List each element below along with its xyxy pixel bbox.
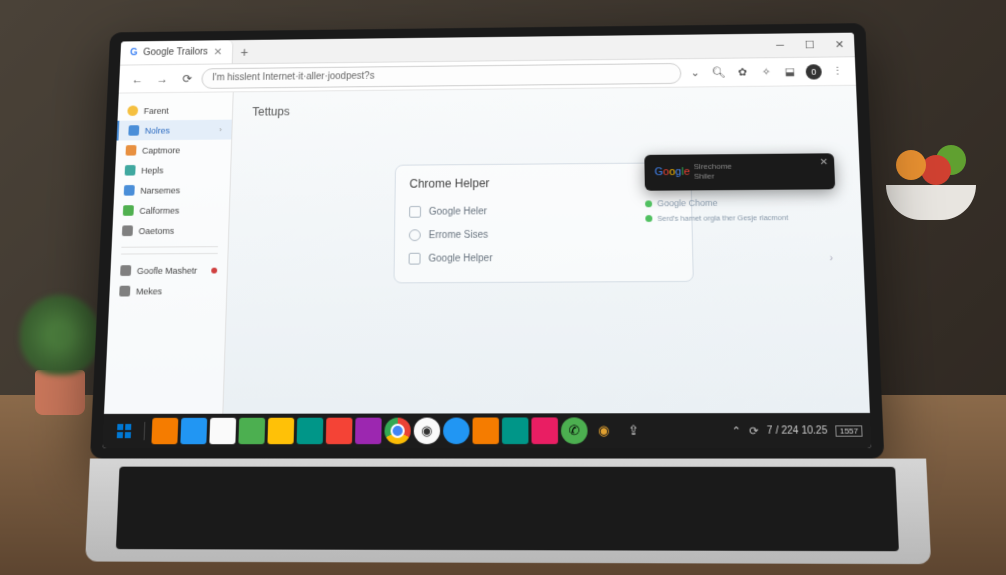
taskbar-app-icon[interactable] [326,418,353,445]
sidebar-item-goofle mashetr[interactable]: Goofle Mashetr [110,260,227,281]
download-icon[interactable]: ⬓ [780,62,800,81]
close-tab-icon[interactable]: ✕ [213,46,222,58]
sidebar-label: Goofle Mashetr [137,265,198,275]
taskbar-app-icon[interactable] [531,417,558,444]
tray-chevron-icon[interactable]: ⌃ [731,424,741,437]
chrome-icon[interactable] [384,418,411,445]
sidebar-item-mekes[interactable]: Mekes [109,280,226,301]
sidebar-item-captmore[interactable]: Captmore [116,139,232,160]
card-list-item[interactable]: Google Heler [409,198,677,223]
close-window-button[interactable]: ✕ [824,33,855,57]
card-list-item[interactable]: Errome Sises [409,222,678,247]
menu-icon[interactable]: ⋮ [827,62,848,81]
status-dot-icon [645,215,652,222]
tab-title: Google Trailors [143,47,208,58]
notification-toast: ✕ Google SlrechomeShiler [644,153,835,191]
card-list-item[interactable]: Google Helper [409,245,679,270]
close-notification-icon[interactable]: ✕ [820,157,829,168]
sidebar-item-farent[interactable]: Farent [117,100,232,121]
sync-icon[interactable]: ⟳ [749,424,759,437]
profile-avatar[interactable]: 0 [803,62,824,81]
maximize-button[interactable]: ☐ [795,33,826,58]
sidebar-icon [124,185,135,196]
status-dot-icon [645,200,652,207]
taskbar-app-icon[interactable] [209,418,236,444]
taskbar-app-icon[interactable] [180,418,207,444]
taskbar-app-icon[interactable] [238,418,265,444]
sidebar-label: Captmore [142,145,180,155]
share-icon[interactable]: ⇪ [620,417,647,444]
sidebar-icon [119,286,130,297]
battery-indicator[interactable]: 1557 [835,425,862,436]
sidebar-label: Narsemes [140,185,180,195]
sidebar-item-hepls[interactable]: Hepls [115,159,231,180]
chevron-right-icon: › [219,125,222,134]
taskbar-clock[interactable]: 7 / 224 10.25 [767,425,828,436]
list-item-label: Errome Sises [429,229,489,240]
notification-secondary: Google Chome Serd's hamet orgla ther Ges… [645,194,837,226]
main-panel: Tettups Chrome Helper Google Heler Errome… [223,86,870,414]
new-tab-button[interactable]: + [233,44,257,59]
taskbar-app-icon[interactable] [472,417,498,444]
google-logo: Google SlrechomeShiler [654,162,732,181]
taskbar-app-icon[interactable]: ◉ [590,417,617,444]
list-item-label: Google Helper [428,253,492,264]
tab-favicon: G [130,48,138,58]
sidebar-icon [125,145,136,156]
list-item-icon [409,253,421,265]
back-button[interactable]: ← [127,69,149,90]
sidebar-icon [122,225,133,236]
windows-taskbar: ◉ ✆ ◉ ⇪ ⌃ ⟳ 7 / 224 10.25 1557 [102,413,871,448]
page-title: Tettups [252,99,837,118]
extensions-icon[interactable]: ✿ [732,63,752,82]
reload-button[interactable]: ⟳ [176,68,198,89]
sidebar-label: Nolres [145,125,170,135]
sidebar-label: Calformes [139,205,179,215]
list-item-icon [409,229,421,241]
browser-tab[interactable]: G Google Trailors ✕ [120,40,233,65]
sidebar-label: Oaetoms [138,226,174,236]
sidebar-item-nolres[interactable]: Nolres › [117,120,232,141]
card-title: Chrome Helper [409,175,676,191]
address-bar[interactable]: I'm hisslent Internet·it·aller·joodpest?… [201,62,681,88]
sidebar-item-oaetoms[interactable]: Oaetoms [112,220,229,241]
forward-button[interactable]: → [151,68,173,89]
sidebar-label: Hepls [141,165,164,175]
caret-down-icon[interactable]: ⌄ [685,63,705,82]
taskbar-app-icon[interactable] [297,418,324,444]
list-item-icon [409,206,421,218]
taskbar-app-icon[interactable] [355,418,382,445]
taskbar-app-icon[interactable] [502,417,528,444]
taskbar-app-icon[interactable] [443,418,469,445]
list-item-label: Google Heler [429,206,487,217]
sidebar-icon [120,265,131,276]
sidebar-label: Mekes [136,286,162,296]
address-text: I'm hisslent Internet·it·aller·joodpest?… [212,71,375,83]
chevron-right-icon[interactable]: › [829,253,833,264]
sidebar-label: Farent [144,106,169,116]
sidebar-item-calformes[interactable]: Calformes [113,200,229,221]
minimize-button[interactable]: ─ [765,33,795,58]
notification-dot-icon [211,267,217,273]
taskbar-app-icon[interactable]: ✆ [561,417,588,444]
taskbar-app-icon[interactable] [267,418,294,444]
sidebar-icon [125,165,136,176]
search-icon[interactable]: 🔍︎ [709,63,729,82]
bookmark-icon[interactable]: ✧ [756,62,776,81]
start-button[interactable] [111,418,138,444]
taskbar-app-icon[interactable] [151,418,178,444]
taskbar-app-icon[interactable]: ◉ [414,418,441,445]
sidebar-icon [123,205,134,216]
sidebar-item-narsemes[interactable]: Narsemes [114,180,230,201]
sidebar-icon [128,125,139,135]
sidebar-icon [127,105,138,115]
settings-sidebar: Farent Nolres › Captmore Hepls Narsemes Calfor… [104,92,234,414]
